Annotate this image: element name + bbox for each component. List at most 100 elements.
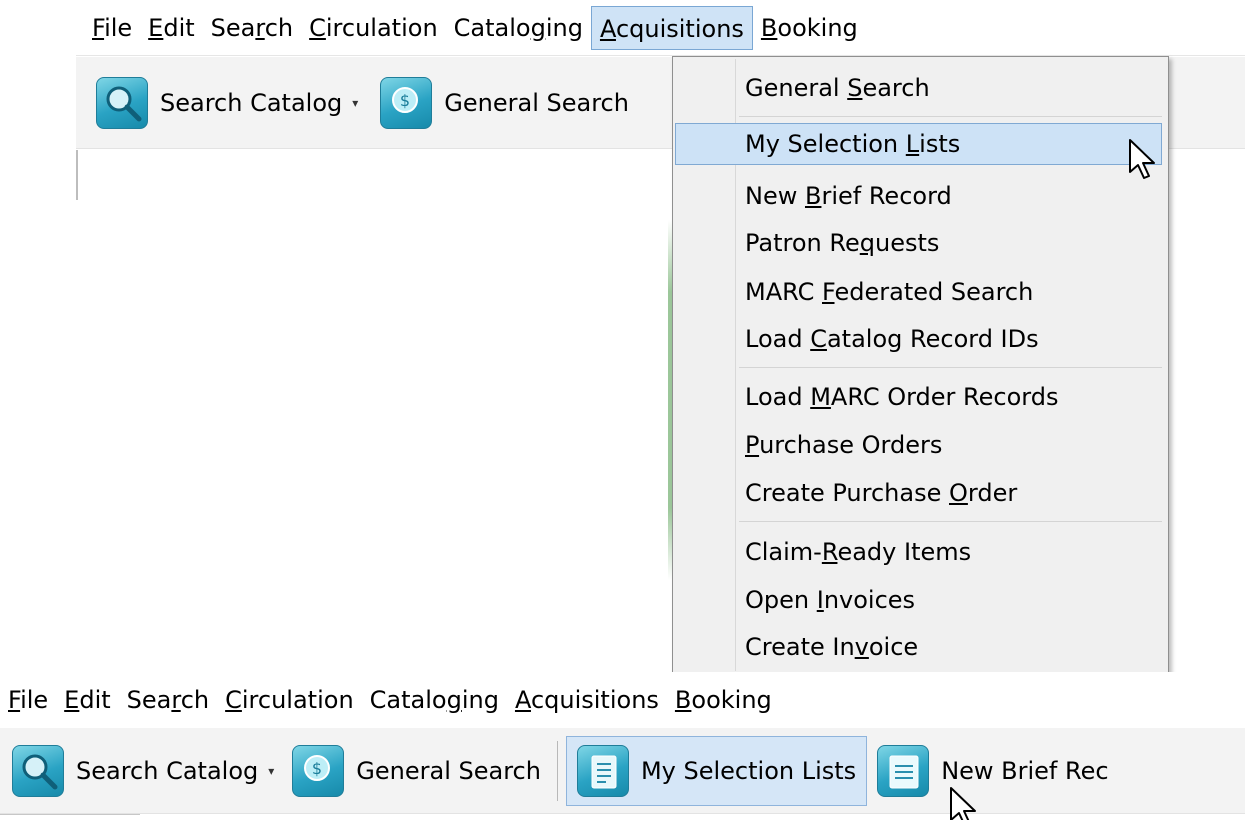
menu-search-label: ch (264, 13, 294, 42)
menu-edit-mnemonic: E (148, 13, 164, 42)
menu-item-load-marc-order-records[interactable]: Load MARC Order Records (675, 376, 1162, 418)
general-search-button[interactable]: $ General Search (286, 736, 547, 806)
menu-item-new-brief-record[interactable]: New Brief Record (675, 175, 1162, 217)
magnifier-icon (96, 76, 148, 129)
menu-circulation-mnemonic: C (309, 13, 326, 42)
menu-item-load-marc-order-records-rest: ARC Order Records (830, 383, 1059, 411)
menu-file-label: ile (104, 13, 133, 42)
menu-item-marc-federated-search-pre: MARC (745, 278, 822, 306)
menu-search-mnemonic: r (255, 13, 265, 42)
bottom-window: File Edit Search Circulation Cataloging … (0, 672, 1245, 820)
menu-item-my-selection-lists-rest: ists (919, 130, 961, 158)
menu-item-open-invoices-rest: nvoices (823, 586, 916, 614)
coin-search-icon: $ (380, 76, 433, 129)
menu-item-create-purchase-order-pre: Create Purchase (745, 479, 949, 507)
dropdown-arrow-icon[interactable]: ▾ (352, 96, 358, 110)
magnifier-icon (12, 744, 64, 797)
menu-item-load-catalog-record-ids-mnemonic: C (810, 325, 827, 353)
mouse-pointer-icon (1129, 139, 1155, 179)
mouse-pointer-icon (950, 787, 976, 820)
document-icon (877, 744, 930, 797)
menu-edit[interactable]: Edit (140, 6, 202, 50)
menu-item-claim-ready-items-rest: eady Items (837, 538, 972, 566)
search-catalog-label: Search Catalog (76, 756, 259, 785)
general-search-label: General Search (356, 756, 541, 785)
menu-circulation-label: irculation (325, 13, 438, 42)
menu-circulation-mnemonic: C (225, 686, 242, 714)
menu-edit-mnemonic: E (64, 686, 80, 714)
search-catalog-button[interactable]: Search Catalog ▾ (90, 68, 364, 138)
menu-item-marc-federated-search[interactable]: MARC Federated Search (675, 271, 1162, 313)
svg-text:$: $ (400, 91, 410, 110)
menu-cataloging-mnemonic: g (530, 13, 546, 42)
menu-item-patron-requests-rest: uests (874, 229, 940, 257)
menu-search[interactable]: Search (203, 6, 301, 50)
acquisitions-dropdown: General Search My Selection Lists New Br… (672, 56, 1169, 674)
menu-item-load-catalog-record-ids[interactable]: Load Catalog Record IDs (675, 318, 1162, 360)
menu-item-patron-requests-pre: Patron Re (745, 229, 860, 257)
menubar-bottom: File Edit Search Circulation Cataloging … (0, 672, 1245, 728)
menu-file[interactable]: File (0, 678, 56, 722)
search-catalog-button[interactable]: Search Catalog ▾ (6, 736, 280, 806)
toolbar-bottom: Search Catalog ▾ $ General Search My Sel… (0, 728, 1245, 814)
menu-cataloging-label-pre: Catalo (453, 13, 531, 42)
menu-search-label-pre: Sea (126, 686, 172, 714)
menu-item-claim-ready-items-pre: Claim- (745, 538, 822, 566)
menu-search-label: ch (180, 686, 210, 714)
menu-cataloging-label: ing (461, 686, 499, 714)
menu-item-purchase-orders-mnemonic: P (745, 431, 760, 459)
menu-item-claim-ready-items[interactable]: Claim-Ready Items (675, 531, 1162, 573)
menu-item-create-invoice[interactable]: Create Invoice (675, 626, 1162, 668)
menu-edit-label: dit (163, 13, 195, 42)
menu-item-marc-federated-search-rest: ederated Search (834, 278, 1034, 306)
menu-cataloging-label: ing (545, 13, 583, 42)
general-search-button[interactable]: $ General Search (374, 68, 635, 138)
coin-search-icon: $ (292, 744, 345, 797)
new-brief-record-label: New Brief Rec (941, 756, 1109, 785)
menu-item-new-brief-record-mnemonic: B (804, 182, 822, 210)
menu-acquisitions[interactable]: Acquisitions (590, 5, 753, 50)
svg-text:$: $ (312, 759, 322, 778)
menu-item-create-invoice-pre: Create In (745, 633, 855, 661)
menu-booking[interactable]: Booking (667, 678, 780, 722)
dropdown-arrow-icon[interactable]: ▾ (268, 764, 274, 778)
menu-item-purchase-orders[interactable]: Purchase Orders (675, 424, 1162, 466)
menu-item-patron-requests[interactable]: Patron Requests (675, 222, 1162, 264)
menu-acquisitions-label: cquisitions (615, 14, 744, 43)
list-icon (576, 744, 629, 797)
menu-file-mnemonic: F (8, 686, 21, 714)
menu-item-new-brief-record-pre: New (745, 182, 805, 210)
menu-booking-label: ooking (691, 686, 772, 714)
menubar: File Edit Search Circulation Cataloging … (76, 0, 1245, 56)
menu-item-create-purchase-order[interactable]: Create Purchase Order (675, 472, 1162, 514)
menu-item-general-search[interactable]: General Search (675, 67, 1162, 109)
menu-search-mnemonic: r (171, 686, 181, 714)
menu-item-open-invoices-pre: Open (745, 586, 817, 614)
menu-item-open-invoices[interactable]: Open Invoices (675, 579, 1162, 621)
menu-separator (739, 521, 1162, 522)
menu-booking[interactable]: Booking (753, 6, 866, 50)
menu-acquisitions[interactable]: Acquisitions (507, 678, 667, 722)
new-brief-record-button[interactable]: New Brief Rec (871, 736, 1114, 806)
menu-item-my-selection-lists[interactable]: My Selection Lists (675, 123, 1162, 165)
menu-cataloging[interactable]: Cataloging (362, 678, 507, 722)
menu-file-mnemonic: F (92, 13, 105, 42)
menu-file[interactable]: File (84, 6, 140, 50)
menu-item-general-search-pre: General (745, 74, 848, 102)
menu-circulation[interactable]: Circulation (301, 6, 446, 50)
menu-search[interactable]: Search (119, 678, 217, 722)
menu-circulation[interactable]: Circulation (217, 678, 362, 722)
menu-item-create-purchase-order-mnemonic: O (949, 479, 968, 507)
menu-acquisitions-mnemonic: A (514, 686, 531, 714)
menu-separator (739, 116, 1162, 117)
menu-cataloging-mnemonic: g (446, 686, 462, 714)
menu-cataloging[interactable]: Cataloging (446, 6, 591, 50)
menu-acquisitions-label: cquisitions (530, 686, 659, 714)
menu-edit-label: dit (79, 686, 111, 714)
menu-item-load-catalog-record-ids-pre: Load (745, 325, 811, 353)
my-selection-lists-label: My Selection Lists (640, 756, 857, 785)
menu-item-open-invoices-mnemonic: I (816, 586, 824, 614)
menu-edit[interactable]: Edit (56, 678, 118, 722)
my-selection-lists-button[interactable]: My Selection Lists (565, 735, 868, 806)
content-edge (76, 150, 78, 200)
